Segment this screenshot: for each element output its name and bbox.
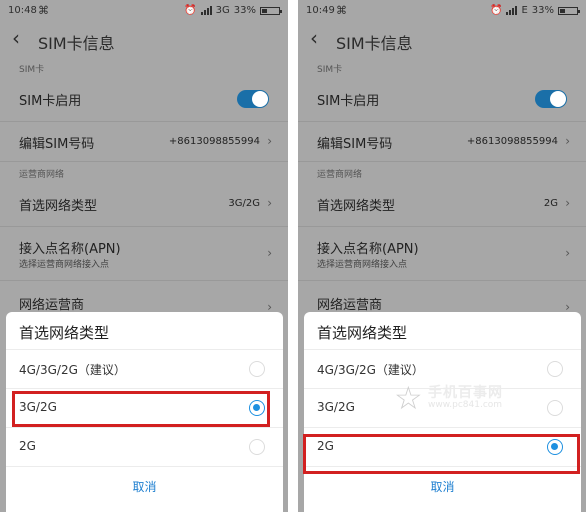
divider — [0, 161, 288, 162]
sim-number: +8613098855994 — [466, 136, 558, 147]
phone-screen-right: 10:49 ⌘ ⏰ E 33% ‹ SIM卡信息 SIM卡 SIM卡启用 编辑S… — [298, 0, 586, 512]
sim-enable-label: SIM卡启用 — [19, 94, 82, 109]
phone-screen-left: 10:48 ⌘ ⏰ 3G 33% ‹ SIM卡信息 SIM卡 SIM卡启用 编辑… — [0, 0, 288, 512]
page-header: ‹ SIM卡信息 — [0, 22, 288, 58]
section-label-carrier: 运营商网络 — [317, 170, 363, 180]
divider — [6, 466, 283, 467]
option-label: 3G/2G — [317, 400, 355, 414]
preferred-network-row[interactable]: 首选网络类型 3G/2G › — [0, 186, 288, 224]
option-label: 2G — [19, 439, 36, 453]
sim-enable-toggle[interactable] — [237, 90, 269, 108]
battery-icon — [558, 6, 580, 15]
radio-button[interactable] — [547, 400, 563, 416]
option-2g[interactable]: 2G — [6, 428, 283, 466]
sim-enable-label: SIM卡启用 — [317, 94, 380, 109]
preferred-network-value: 3G/2G — [228, 198, 260, 209]
apn-label: 接入点名称(APN) — [19, 242, 121, 257]
option-label: 4G/3G/2G（建议） — [19, 363, 126, 377]
edit-sim-label: 编辑SIM号码 — [317, 137, 393, 152]
radio-button[interactable] — [249, 439, 265, 455]
status-time: 10:48 — [8, 5, 37, 16]
notification-icon: ⌘ — [336, 4, 347, 17]
sim-number: +8613098855994 — [168, 136, 260, 147]
chevron-right-icon: › — [565, 134, 570, 148]
apn-row[interactable]: 接入点名称(APN) 选择运营商网络接入点 › — [298, 232, 586, 276]
page-header: ‹ SIM卡信息 — [298, 22, 586, 58]
page-title: SIM卡信息 — [38, 34, 115, 53]
chevron-right-icon: › — [267, 246, 272, 260]
signal-icon — [506, 6, 518, 15]
section-label-carrier: 运营商网络 — [19, 170, 65, 180]
alarm-icon: ⏰ — [489, 5, 503, 16]
dialog-title: 首选网络类型 — [317, 324, 408, 342]
preferred-network-row[interactable]: 首选网络类型 2G › — [298, 186, 586, 224]
status-bar: 10:48 ⌘ ⏰ 3G 33% — [0, 0, 288, 22]
cancel-button[interactable]: 取消 — [6, 478, 283, 495]
network-type: 3G — [215, 5, 230, 16]
edit-sim-row[interactable]: 编辑SIM号码 +8613098855994 › — [0, 124, 288, 160]
carrier-label: 网络运营商 — [317, 298, 383, 313]
carrier-label: 网络运营商 — [19, 298, 85, 313]
sim-enable-row[interactable]: SIM卡启用 — [298, 82, 586, 120]
divider — [298, 161, 586, 162]
highlight-box — [303, 434, 580, 474]
battery-percent: 33% — [531, 5, 554, 16]
divider — [0, 280, 288, 281]
battery-icon — [260, 6, 282, 15]
dialog-title: 首选网络类型 — [19, 324, 110, 342]
chevron-right-icon: › — [565, 196, 570, 210]
chevron-right-icon: › — [267, 196, 272, 210]
notification-icon: ⌘ — [38, 4, 49, 17]
highlight-box — [12, 391, 270, 427]
sim-enable-row[interactable]: SIM卡启用 — [0, 82, 288, 120]
divider — [298, 121, 586, 122]
apn-sub: 选择运营商网络接入点 — [317, 260, 408, 270]
back-arrow-icon[interactable]: ‹ — [12, 26, 20, 50]
page-title: SIM卡信息 — [336, 34, 413, 53]
alarm-icon: ⏰ — [184, 5, 197, 16]
divider — [298, 280, 586, 281]
option-4g-3g-2g[interactable]: 4G/3G/2G（建议） — [6, 350, 283, 388]
section-label-sim: SIM卡 — [317, 65, 343, 75]
carrier-row[interactable]: 网络运营商 › — [298, 286, 586, 314]
chevron-right-icon: › — [565, 246, 570, 260]
divider — [0, 226, 288, 227]
apn-sub: 选择运营商网络接入点 — [19, 260, 110, 270]
status-bar: 10:49 ⌘ ⏰ E 33% — [298, 0, 586, 22]
preferred-network-label: 首选网络类型 — [317, 199, 396, 214]
radio-button[interactable] — [547, 361, 563, 377]
watermark-name: 手机百事网 — [428, 385, 503, 401]
preferred-network-value: 2G — [543, 198, 558, 209]
battery-percent: 33% — [233, 5, 256, 16]
preferred-network-label: 首选网络类型 — [19, 199, 98, 214]
watermark: ☆ 手机百事网 www.pc841.com — [394, 380, 544, 416]
apn-row[interactable]: 接入点名称(APN) 选择运营商网络接入点 › — [0, 232, 288, 276]
back-arrow-icon[interactable]: ‹ — [310, 26, 318, 50]
divider — [0, 121, 288, 122]
status-time: 10:49 — [306, 5, 335, 16]
star-logo-icon: ☆ — [394, 379, 423, 417]
sim-enable-toggle[interactable] — [535, 90, 567, 108]
radio-button[interactable] — [249, 361, 265, 377]
section-label-sim: SIM卡 — [19, 65, 45, 75]
edit-sim-row[interactable]: 编辑SIM号码 +8613098855994 › — [298, 124, 586, 160]
network-type: E — [521, 5, 528, 16]
cancel-button[interactable]: 取消 — [304, 478, 581, 495]
carrier-row[interactable]: 网络运营商 › — [0, 286, 288, 314]
signal-icon — [200, 6, 212, 15]
chevron-right-icon: › — [267, 134, 272, 148]
apn-label: 接入点名称(APN) — [317, 242, 419, 257]
edit-sim-label: 编辑SIM号码 — [19, 137, 95, 152]
divider — [298, 226, 586, 227]
option-label: 4G/3G/2G（建议） — [317, 363, 424, 377]
watermark-url: www.pc841.com — [428, 400, 503, 410]
